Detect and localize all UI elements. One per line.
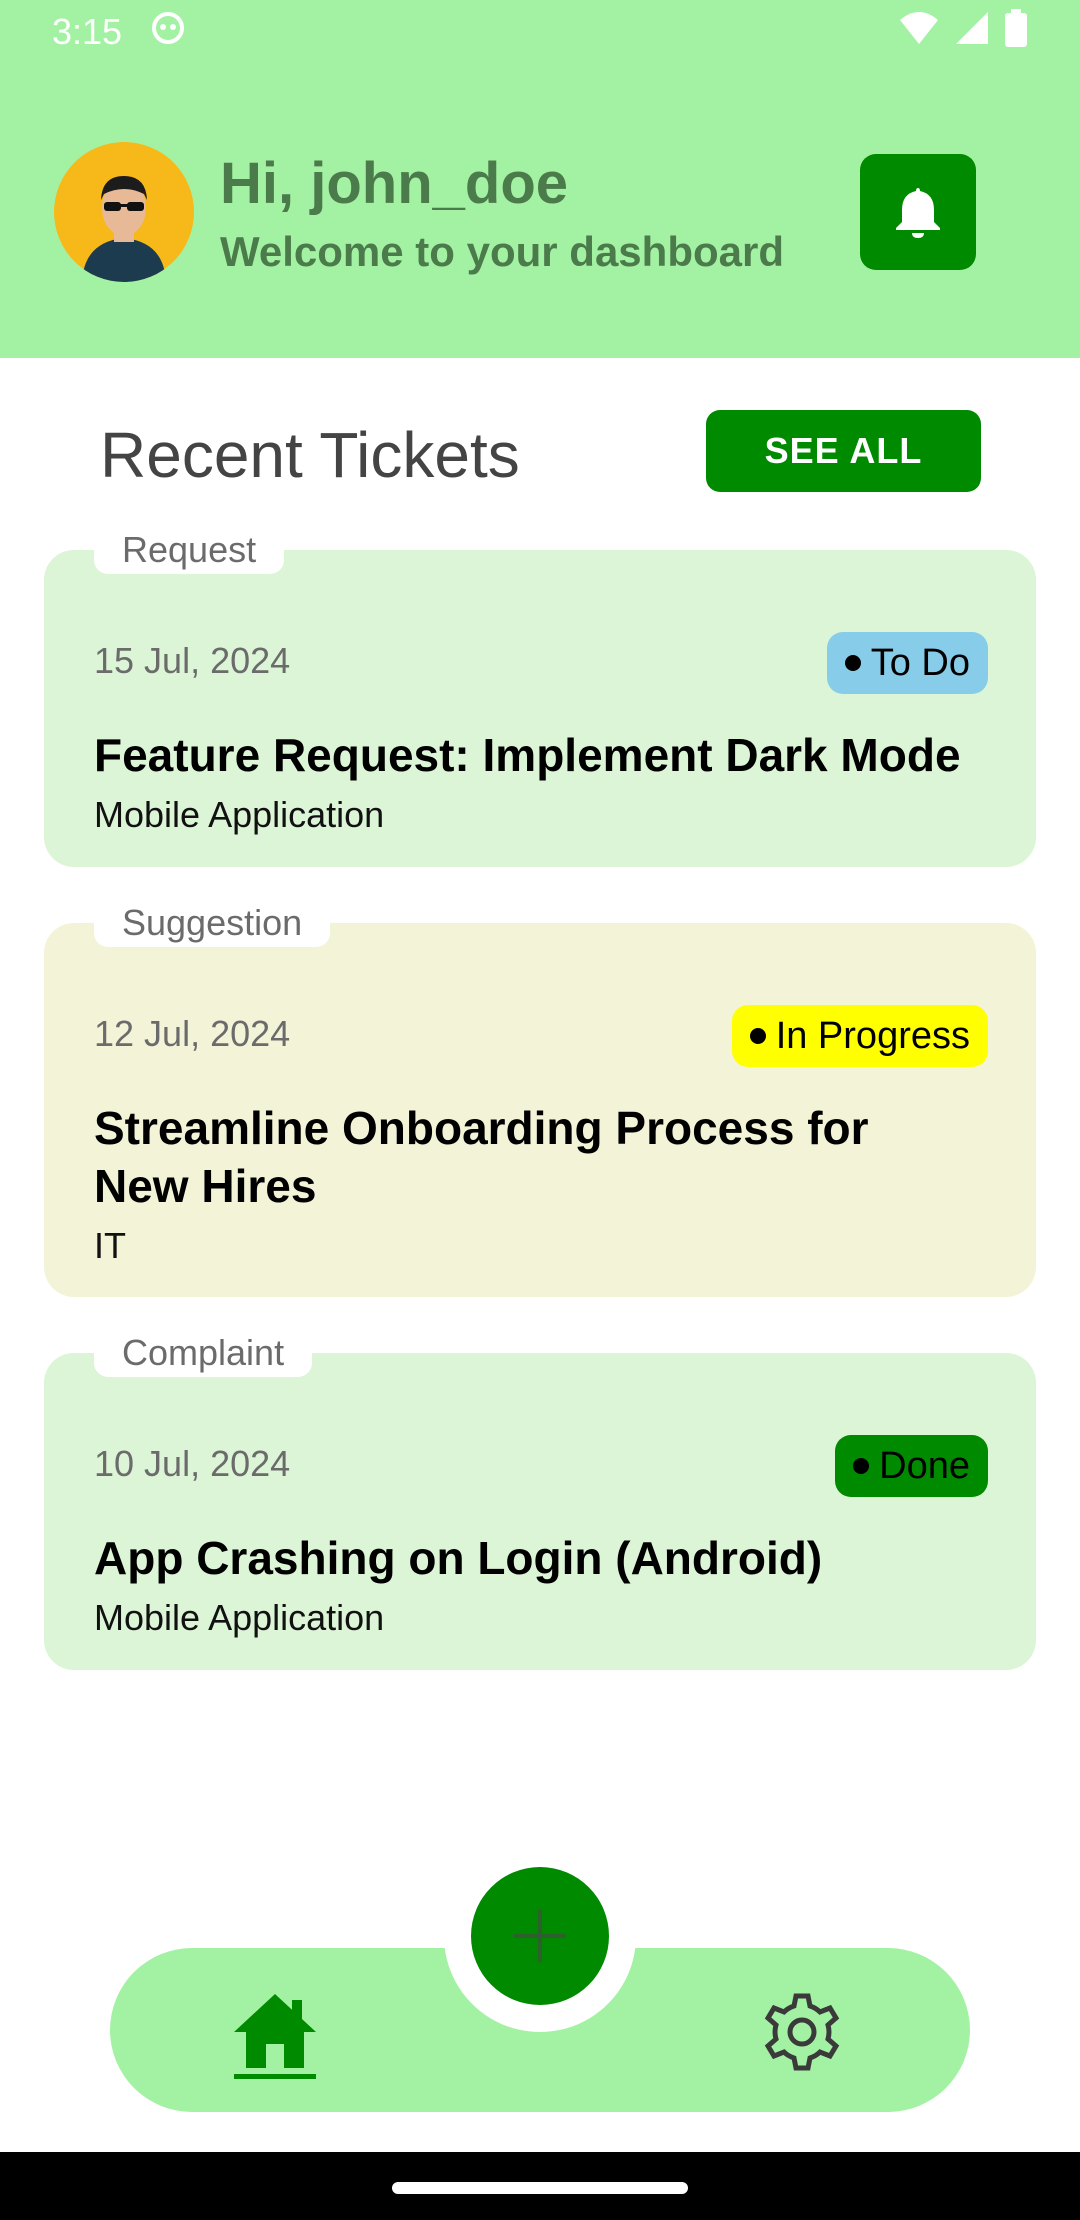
ticket-category: Request [94, 526, 285, 574]
gear-icon [764, 1993, 840, 2071]
status-dot [844, 655, 861, 671]
ticket-category: Complaint [94, 1329, 313, 1377]
home-gesture-handle[interactable] [392, 2182, 688, 2194]
ticket-date: 15 Jul, 2024 [94, 640, 291, 681]
notification-app-icon [150, 10, 186, 55]
section-title: Recent Tickets [100, 419, 520, 491]
welcome-subtitle: Welcome to your dashboard [220, 228, 784, 275]
ticket-department: Mobile Application [94, 794, 385, 835]
status-badge: In Progress [731, 1005, 988, 1067]
bell-icon [896, 188, 940, 238]
status-label: To Do [870, 641, 970, 684]
status-badge: Done [835, 1435, 988, 1497]
notifications-button[interactable] [860, 154, 976, 270]
greeting-title: Hi, john_doe [220, 151, 568, 216]
nav-settings-button[interactable] [760, 1990, 844, 2074]
status-dot [853, 1458, 870, 1474]
plus-icon [514, 1910, 566, 1962]
avatar[interactable] [54, 142, 194, 282]
signal-icon [954, 10, 990, 55]
ticket-card[interactable]: Complaint 10 Jul, 2024 Done App Crashing… [44, 1329, 1036, 1670]
status-bar: 3:15 [0, 0, 1080, 64]
battery-icon [1004, 8, 1028, 56]
status-badge: To Do [826, 632, 988, 694]
ticket-department: Mobile Application [94, 1597, 385, 1638]
status-label: Done [879, 1444, 970, 1487]
ticket-category: Suggestion [94, 899, 331, 947]
ticket-card[interactable]: Request 15 Jul, 2024 To Do Feature Reque… [44, 526, 1036, 867]
ticket-date: 10 Jul, 2024 [94, 1443, 291, 1484]
home-icon [234, 1994, 316, 2079]
ticket-title: App Crashing on Login (Android) [94, 1532, 823, 1584]
status-time: 3:15 [52, 11, 123, 52]
see-all-button[interactable]: SEE ALL [706, 410, 981, 492]
status-dot [749, 1028, 766, 1044]
ticket-card[interactable]: Suggestion 12 Jul, 2024 In Progress Stre… [44, 899, 1036, 1297]
ticket-date: 12 Jul, 2024 [94, 1013, 291, 1054]
nav-home-button[interactable] [230, 1990, 320, 2080]
status-label: In Progress [775, 1014, 970, 1057]
ticket-title: Feature Request: Implement Dark Mode [94, 729, 961, 781]
ticket-title: Streamline Onboarding Process for New Hi… [94, 1102, 869, 1212]
wifi-icon [898, 10, 940, 55]
add-ticket-button[interactable] [471, 1867, 609, 2005]
ticket-department: IT [94, 1225, 126, 1266]
user-avatar-icon [82, 176, 166, 282]
